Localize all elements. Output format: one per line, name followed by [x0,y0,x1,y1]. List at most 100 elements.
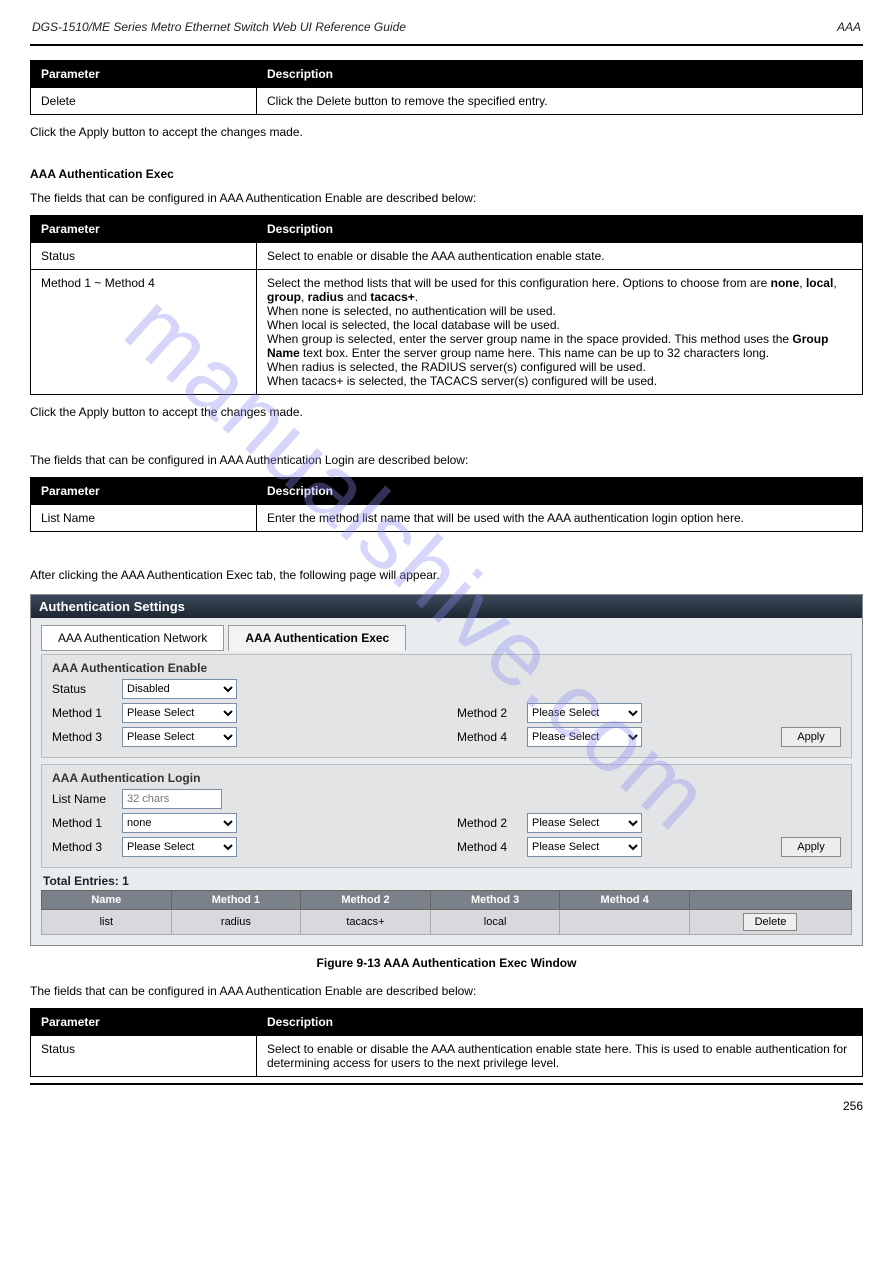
t2-group: group [267,290,301,304]
screenshot-panel: Authentication Settings AAA Authenticati… [30,594,863,946]
section2-title: AAA Authentication Exec [30,167,863,181]
status-select[interactable]: Disabled [122,679,237,699]
t2-group-a: When group is selected, enter the server… [267,332,792,346]
page-number: 256 [30,1099,863,1113]
parameter-table-3: Parameter Description List Name Enter th… [30,477,863,532]
t2s4: and [344,290,371,304]
t4-h1: Parameter [31,1009,257,1036]
t2s5: . [415,290,418,304]
header-right: AAA [837,20,861,34]
listname-label: List Name [52,792,122,806]
dth-blank [689,891,851,910]
delete-button[interactable]: Delete [743,913,797,931]
login-apply-button[interactable]: Apply [781,837,841,857]
t2-local: local [806,276,833,290]
parameter-table-4: Parameter Description Status Select to e… [30,1008,863,1077]
divider-top [30,44,863,46]
t4-h2: Description [257,1009,863,1036]
t2-r1c2: Select to enable or disable the AAA auth… [257,243,863,270]
enable-method2-label: Method 2 [457,706,527,720]
total-entries: Total Entries: 1 [43,874,852,888]
t2-r2c2: Select the method lists that will be use… [257,270,863,395]
fieldset-login-title: AAA Authentication Login [52,771,841,785]
after-table2-text: Click the Apply button to accept the cha… [30,405,863,419]
enable-method2-select[interactable]: Please Select [527,703,642,723]
table-row: list radius tacacs+ local Delete [42,910,852,935]
t2-r1c1: Status [31,243,257,270]
t2-none: none [771,276,800,290]
t2-group-c: text box. Enter the server group name he… [300,346,769,360]
section2-lead-text: The fields that can be configured in AAA… [30,191,476,205]
after-table3-text: After clicking the AAA Authentication Ex… [30,568,863,582]
entries-table: Name Method 1 Method 2 Method 3 Method 4… [41,890,852,935]
parameter-table-2: Parameter Description Status Select to e… [30,215,863,395]
t4-r1c1: Status [31,1036,257,1077]
t1-h2: Description [257,61,863,88]
enable-method3-select[interactable]: Please Select [122,727,237,747]
dth-m4: Method 4 [560,891,690,910]
section3-lead-text: The fields that can be configured in AAA… [30,453,468,467]
figure-caption: Figure 9-13 AAA Authentication Exec Wind… [30,956,863,970]
enable-apply-button[interactable]: Apply [781,727,841,747]
tab-authentication-exec[interactable]: AAA Authentication Exec [228,625,406,651]
t2-r2c2a: Select the method lists that will be use… [267,276,771,290]
listname-input[interactable] [122,789,222,809]
section3-lead: The fields that can be configured in AAA… [30,453,863,467]
fieldset-enable: AAA Authentication Enable Status Disable… [41,654,852,758]
tab-authentication-network[interactable]: AAA Authentication Network [41,625,224,651]
enable-method4-label: Method 4 [457,730,527,744]
t4-r1c2: Select to enable or disable the AAA auth… [257,1036,863,1077]
login-method2-select[interactable]: Please Select [527,813,642,833]
t3-h1: Parameter [31,478,257,505]
dtd-delete-cell: Delete [689,910,851,935]
t2-tacacs-desc: When tacacs+ is selected, the TACACS ser… [267,374,657,388]
after-table3-span: After clicking the AAA Authentication Ex… [30,568,440,582]
login-method2-label: Method 2 [457,816,527,830]
t3-h2: Description [257,478,863,505]
t1-r1c2-text: Click the Delete button to remove the sp… [267,94,548,108]
dtd-m4 [560,910,690,935]
status-label: Status [52,682,122,696]
dtd-m3: local [430,910,560,935]
t2-radius: radius [308,290,344,304]
fieldset-login: AAA Authentication Login List Name Metho… [41,764,852,868]
login-method1-select[interactable]: none [122,813,237,833]
dtd-m2: tacacs+ [301,910,431,935]
section4-lead-text: The fields that can be configured in AAA… [30,984,476,998]
section4-lead: The fields that can be configured in AAA… [30,984,863,998]
enable-method4-select[interactable]: Please Select [527,727,642,747]
t2-none-desc: When none is selected, no authentication… [267,304,556,318]
after-table1-text: Click the Apply button to accept the cha… [30,125,863,139]
t1-h1: Parameter [31,61,257,88]
login-method4-label: Method 4 [457,840,527,854]
screenshot-title-bar: Authentication Settings [31,595,862,618]
parameter-table-1: Parameter Description Delete Click the D… [30,60,863,115]
t2s2: , [833,276,836,290]
dth-m2: Method 2 [301,891,431,910]
t2-radius-desc: When radius is selected, the RADIUS serv… [267,360,646,374]
enable-method1-label: Method 1 [52,706,122,720]
login-method1-label: Method 1 [52,816,122,830]
t2-h2: Description [257,216,863,243]
header-left: DGS-1510/ME Series Metro Ethernet Switch… [32,20,406,34]
t1-r1c1: Delete [31,88,257,115]
enable-method3-label: Method 3 [52,730,122,744]
dtd-name: list [42,910,172,935]
enable-method1-select[interactable]: Please Select [122,703,237,723]
dth-m3: Method 3 [430,891,560,910]
dtd-m1: radius [171,910,301,935]
login-method3-label: Method 3 [52,840,122,854]
t3-r1c1: List Name [31,505,257,532]
tabs: AAA Authentication Network AAA Authentic… [41,624,852,650]
dth-name: Name [42,891,172,910]
fieldset-enable-title: AAA Authentication Enable [52,661,841,675]
t2-h1: Parameter [31,216,257,243]
t2s1: , [799,276,806,290]
header-line: DGS-1510/ME Series Metro Ethernet Switch… [30,20,863,38]
t3-r1c2: Enter the method list name that will be … [257,505,863,532]
login-method3-select[interactable]: Please Select [122,837,237,857]
section2-lead: The fields that can be configured in AAA… [30,191,863,205]
login-method4-select[interactable]: Please Select [527,837,642,857]
t2-tacacs: tacacs+ [370,290,414,304]
t2-r2c1: Method 1 ~ Method 4 [31,270,257,395]
